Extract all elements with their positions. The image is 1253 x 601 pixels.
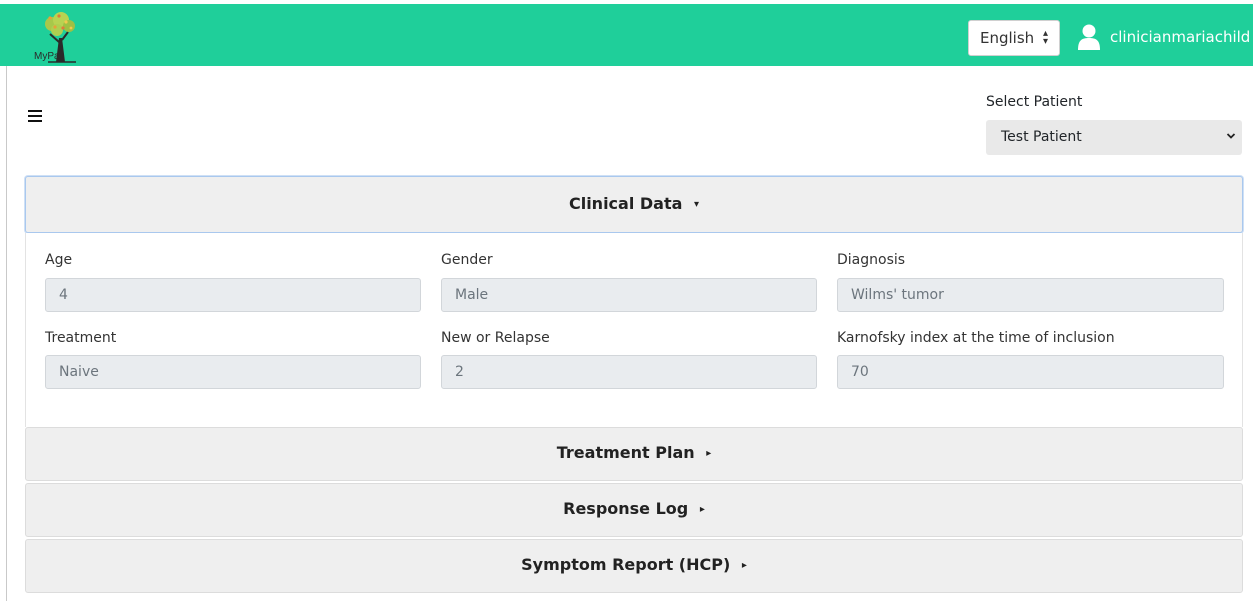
- accordion-symptom-report[interactable]: Symptom Report (HCP) ▸: [25, 539, 1243, 593]
- language-select[interactable]: English ▴ ▾: [968, 20, 1060, 56]
- select-patient-label: Select Patient: [986, 94, 1083, 110]
- clinical-data-panel: Age 4 Gender Male Diagnosis Wilms' tumor…: [25, 233, 1243, 427]
- caret-right-icon: ▸: [706, 448, 712, 459]
- diagnosis-label: Diagnosis: [837, 252, 906, 268]
- gender-label: Gender: [441, 252, 493, 268]
- treatment-field[interactable]: Naive: [45, 355, 421, 389]
- patient-selected-value: Test Patient: [1001, 129, 1082, 145]
- caret-down-icon: ▾: [694, 199, 700, 210]
- updown-caret-icon: ▴ ▾: [1042, 28, 1048, 47]
- user-avatar-icon[interactable]: [1078, 24, 1100, 50]
- accordion-treatment-plan[interactable]: Treatment Plan ▸: [25, 427, 1243, 481]
- accordion-response-log[interactable]: Response Log ▸: [25, 483, 1243, 537]
- diagnosis-field[interactable]: Wilms' tumor: [837, 278, 1224, 312]
- username-label[interactable]: clinicianmariachild: [1110, 28, 1250, 46]
- gender-field[interactable]: Male: [441, 278, 817, 312]
- accordion-clinical-data[interactable]: Clinical Data ▾: [25, 176, 1243, 233]
- page-left-border: [6, 66, 7, 601]
- karnofsky-field[interactable]: 70: [837, 355, 1224, 389]
- caret-right-icon: ▸: [741, 560, 747, 571]
- new-or-relapse-label: New or Relapse: [441, 330, 550, 346]
- clinical-data-title: Clinical Data: [568, 194, 683, 213]
- logo-text: MyPal: [34, 51, 62, 62]
- top-navbar: MyPal English ▴ ▾ clinicianmariachild: [0, 0, 1253, 66]
- patient-select[interactable]: Test Patient: [986, 120, 1242, 155]
- language-selected: English: [980, 29, 1035, 47]
- mypal-logo[interactable]: MyPal: [26, 8, 82, 64]
- age-label: Age: [45, 252, 73, 268]
- chevron-down-icon: [1226, 133, 1236, 139]
- response-log-title: Response Log: [563, 499, 689, 518]
- treatment-plan-title: Treatment Plan: [556, 443, 695, 462]
- treatment-label: Treatment: [45, 330, 117, 346]
- karnofsky-label: Karnofsky index at the time of inclusion: [837, 330, 1115, 346]
- caret-right-icon: ▸: [699, 504, 705, 515]
- symptom-report-title: Symptom Report (HCP): [521, 555, 731, 574]
- new-or-relapse-field[interactable]: 2: [441, 355, 817, 389]
- menu-hamburger-icon[interactable]: [28, 110, 42, 122]
- age-field[interactable]: 4: [45, 278, 421, 312]
